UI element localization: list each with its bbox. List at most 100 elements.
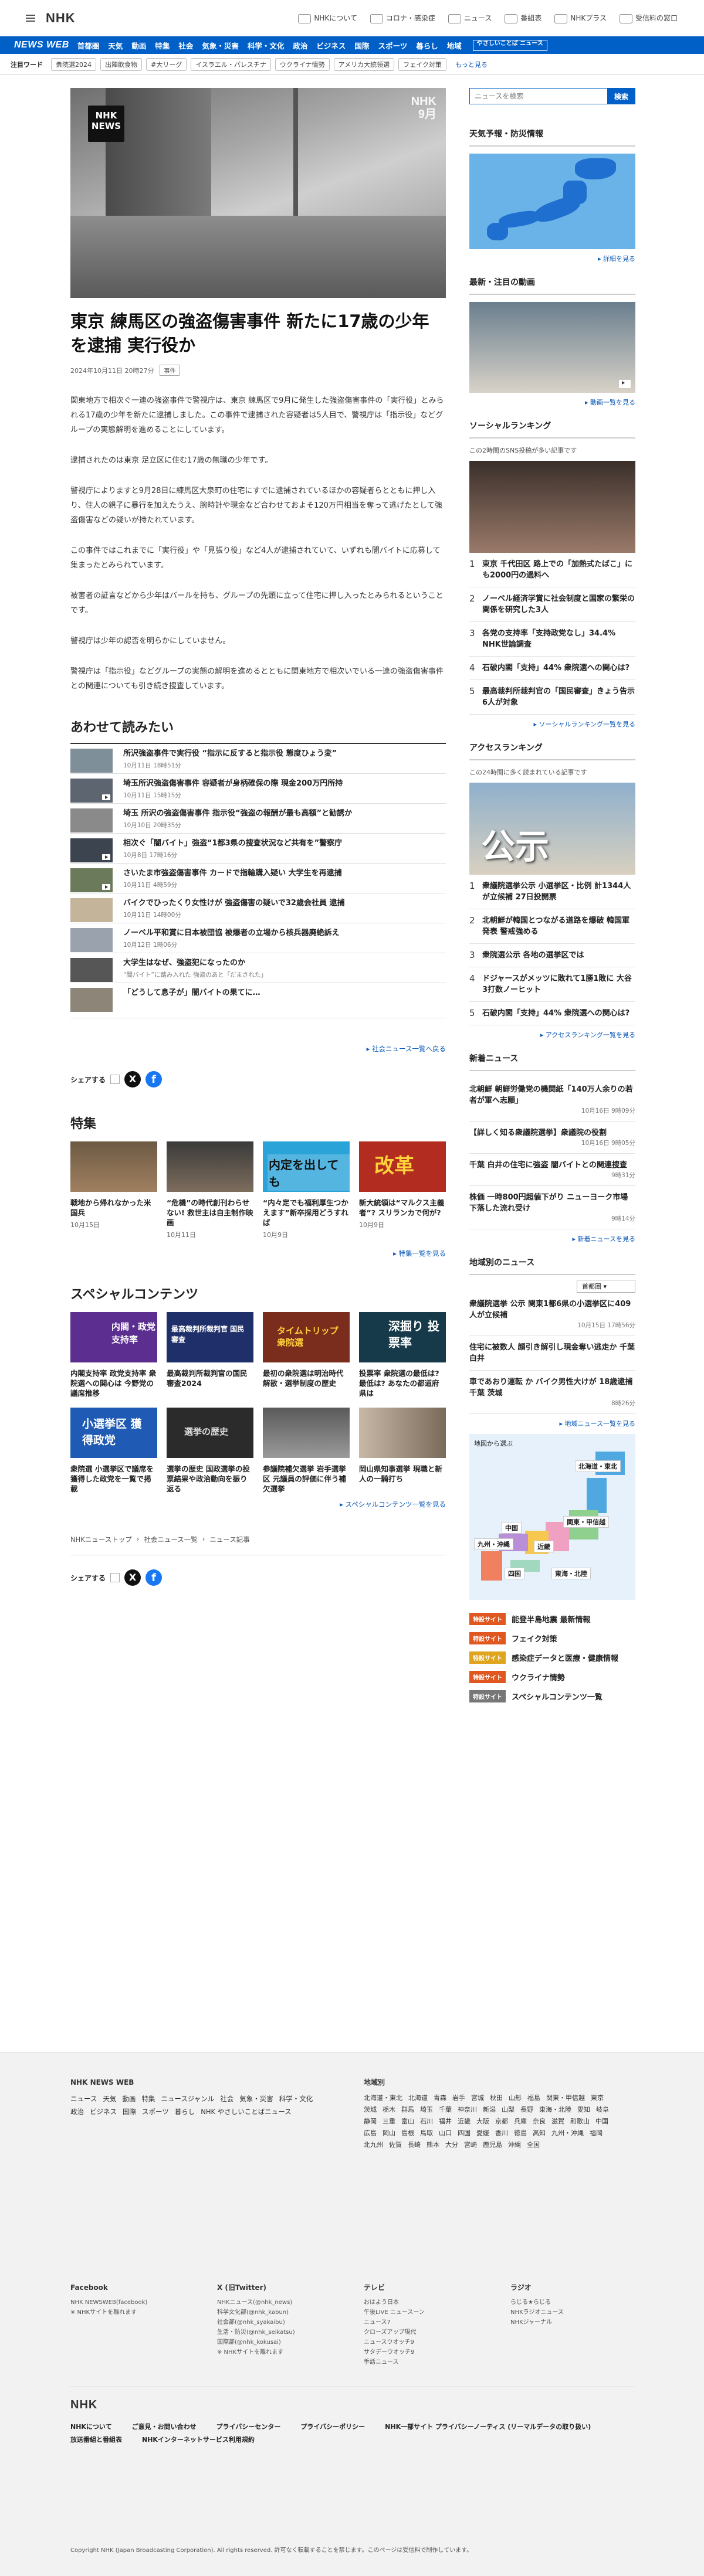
access-rank-item[interactable]: 5 石破内閣「支持」44% 衆院選への関心は? — [469, 1002, 635, 1025]
special-card[interactable]: 岡山県知事選挙 現職と新人の一騎打ち — [359, 1408, 446, 1494]
nav-features[interactable]: 特集 — [155, 40, 170, 51]
feature-card[interactable]: 改革 新大統領は“マルクス主義者”? スリランカで何が? 10月9日 — [359, 1141, 446, 1239]
footer-region-link[interactable]: 茨城 — [364, 2104, 377, 2116]
footer-x-link[interactable]: 国際部(@nhk_kokusai) — [217, 2337, 346, 2347]
special-site-link[interactable]: 特設サイト 能登半島地震 最新情報 — [469, 1613, 635, 1625]
menu-icon[interactable] — [26, 14, 35, 22]
region-tokai[interactable]: 東海・北陸 — [551, 1568, 591, 1579]
footer-radio-link[interactable]: NHKジャーナル — [510, 2317, 639, 2327]
access-rank-item[interactable]: 1 衆議院選挙公示 小選挙区・比例 計1344人が立候補 27日投開票 — [469, 875, 635, 909]
footer-region-link[interactable]: 愛知 — [577, 2104, 590, 2116]
x-share-icon[interactable]: X — [124, 1071, 141, 1088]
footer-region-link[interactable]: 徳島 — [514, 2128, 527, 2139]
article-tag[interactable]: 事件 — [160, 365, 180, 376]
related-item[interactable]: 相次ぐ「闇バイト」強盗“1都3県の捜査状況など共有を”警察庁 10月8日 17時1… — [70, 834, 446, 864]
latest-more-link[interactable]: 新着ニュースを見る — [578, 1235, 635, 1243]
related-item[interactable]: さいたま市強盗傷害事件 カードで指輪購入疑い 大学生を再逮捕 10月11日 4時5… — [70, 864, 446, 893]
region-more-link[interactable]: 地域ニュース一覧を見る — [565, 1420, 635, 1428]
related-item[interactable]: ノーベル平和賞に日本被団協 被爆者の立場から核兵器廃絶訴え 10月12日 1時06… — [70, 923, 446, 953]
footer-region-link[interactable]: 中国 — [595, 2116, 608, 2128]
feature-card[interactable]: 内定を出しても “内々定でも福利厚生つかえます”新卒採用どうすれば 10月9日 — [263, 1141, 350, 1239]
special-site-link[interactable]: 特設サイト 感染症データと医療・健康情報 — [469, 1651, 635, 1664]
footer-link[interactable]: NHK やさしいことばニュース — [201, 2105, 291, 2118]
footer-region-link[interactable]: 大分 — [445, 2139, 458, 2151]
x-share-icon[interactable]: X — [124, 1569, 141, 1586]
nav-society[interactable]: 社会 — [178, 40, 193, 51]
nav-easy-news[interactable]: やさしいことば ニュース — [472, 39, 547, 51]
footer-region-link[interactable]: 青森 — [434, 2092, 446, 2104]
footer-region-link[interactable]: 兵庫 — [514, 2116, 527, 2128]
link-program[interactable]: 番組表 — [505, 13, 541, 23]
special-list-link[interactable]: スペシャルコンテンツ一覧を見る — [346, 1500, 446, 1508]
keyword-tag[interactable]: アメリカ大統領選 — [333, 57, 395, 71]
share-toggle-icon[interactable] — [110, 1573, 120, 1582]
footer-region-link[interactable]: 長崎 — [408, 2139, 421, 2151]
related-item[interactable]: 「どうして息子が」闇バイトの果てに… — [70, 983, 446, 1018]
feature-card[interactable]: 戦地から帰れなかった米国兵 10月15日 — [70, 1141, 157, 1239]
footer-region-link[interactable]: 三重 — [383, 2116, 395, 2128]
related-item[interactable]: バイクでひったくり女性けが 強盗傷害の疑いで32歳会社員 逮捕 10月11日 14… — [70, 893, 446, 923]
latest-news-item[interactable]: 【詳しく知る衆議院選挙】衆議院の役割 10月16日 9時05分 — [469, 1122, 635, 1154]
nav-video[interactable]: 動画 — [131, 40, 146, 51]
latest-news-item[interactable]: 株価 一時800円超値下がり ニューヨーク市場下落した流れ受け 9時14分 — [469, 1186, 635, 1229]
footer-tv-link[interactable]: クローズアップ現代 — [364, 2327, 493, 2337]
footer-link[interactable]: ビジネス — [90, 2105, 117, 2118]
footer-link[interactable]: 動画 — [122, 2092, 136, 2105]
footer-region-link[interactable]: 山梨 — [502, 2104, 515, 2116]
special-card[interactable]: 参議院補欠選挙 岩手選挙区 元議員の評価に伴う補欠選挙 — [263, 1408, 350, 1494]
nav-world[interactable]: 国際 — [354, 40, 369, 51]
footer-region-link[interactable]: 香川 — [495, 2128, 508, 2139]
footer-link[interactable]: スポーツ — [142, 2105, 169, 2118]
keyword-tag[interactable]: ウクライナ情勢 — [275, 57, 330, 71]
special-card[interactable]: 深掘り 投票率 投票率 衆院選の最低は? 最低は? あなたの都道府県は — [359, 1312, 446, 1398]
access-image[interactable]: 公示 — [469, 783, 635, 875]
footer-tv-link[interactable]: 手話ニュース — [364, 2357, 493, 2367]
special-card[interactable]: 最高裁判所裁判官 国民審査 最高裁判所裁判官の国民審査2024 — [167, 1312, 253, 1398]
social-more-link[interactable]: ソーシャルランキング一覧を見る — [539, 721, 635, 728]
keyword-tag[interactable]: 衆院選2024 — [51, 57, 96, 71]
region-shikoku[interactable]: 四国 — [505, 1568, 524, 1579]
footer-region-link[interactable]: 北九州 — [364, 2139, 383, 2151]
footer-region-link[interactable]: 東海・北陸 — [539, 2104, 571, 2116]
footer-region-link[interactable]: 神奈川 — [458, 2104, 477, 2116]
footer-region-link[interactable]: 広島 — [364, 2128, 377, 2139]
footer-region-link[interactable]: 熊本 — [427, 2139, 439, 2151]
footer-link[interactable]: 社会 — [220, 2092, 233, 2105]
footer-link[interactable]: 国際 — [123, 2105, 136, 2118]
region-news-item[interactable]: 住宅に被数人 顔引き解引し現金奪い逃走か 千葉 白井 — [469, 1336, 635, 1371]
access-rank-item[interactable]: 2 北朝鮮が韓国とつながる道路を爆破 韓国軍発表 警戒強める — [469, 909, 635, 944]
footer-region-link[interactable]: 東京 — [591, 2092, 604, 2104]
footer-region-link[interactable]: 佐賀 — [389, 2139, 402, 2151]
social-rank-item[interactable]: 3 各党の支持率「支持政党なし」34.4% NHK世論調査 — [469, 622, 635, 657]
footer-region-link[interactable]: 近畿 — [458, 2116, 471, 2128]
footer-facebook-link[interactable]: NHK NEWSWEB(facebook) — [70, 2298, 199, 2307]
footer-link[interactable]: 特集 — [141, 2092, 155, 2105]
features-list-link[interactable]: 特集一覧を見る — [399, 1249, 446, 1258]
footer-bottom-link[interactable]: NHK一部サイト プライバシーノーティス (リーマルデータの取り扱い) — [385, 2422, 591, 2431]
footer-bottom-link[interactable]: プライバシーセンター — [216, 2422, 281, 2431]
footer-region-link[interactable]: 鳥取 — [420, 2128, 433, 2139]
footer-region-link[interactable]: 島根 — [401, 2128, 414, 2139]
facebook-share-icon[interactable]: f — [145, 1071, 163, 1088]
footer-region-link[interactable]: 北海道・東北 — [364, 2092, 402, 2104]
footer-region-link[interactable]: 静岡 — [364, 2116, 377, 2128]
news-web-logo[interactable]: NEWS WEB — [14, 40, 69, 50]
nav-science[interactable]: 科学・文化 — [248, 40, 285, 51]
footer-region-link[interactable]: 愛媛 — [476, 2128, 489, 2139]
special-site-link[interactable]: 特設サイト ウクライナ情勢 — [469, 1671, 635, 1683]
footer-tv-link[interactable]: 午後LIVE ニュースーン — [364, 2307, 493, 2317]
region-chugoku[interactable]: 中国 — [502, 1522, 522, 1534]
breadcrumb-item[interactable]: 社会ニュース一覧 — [144, 1535, 197, 1544]
link-corona[interactable]: コロナ・感染症 — [370, 13, 435, 23]
access-rank-item[interactable]: 3 衆院選公示 各地の選挙区では — [469, 944, 635, 967]
link-about[interactable]: NHKについて — [298, 13, 357, 23]
footer-region-link[interactable]: 岡山 — [383, 2128, 395, 2139]
social-rank-item[interactable]: 2 ノーベル経済学賞に社会制度と国家の繁栄の関係を研究した3人 — [469, 587, 635, 622]
link-fee[interactable]: 受信料の窓口 — [619, 13, 678, 23]
link-news[interactable]: ニュース — [448, 13, 492, 23]
nav-politics[interactable]: 政治 — [293, 40, 307, 51]
footer-link[interactable]: 暮らし — [175, 2105, 195, 2118]
search-input[interactable] — [469, 88, 607, 104]
footer-link[interactable]: 科学・文化 — [279, 2092, 313, 2105]
special-card[interactable]: タイムトリップ 衆院選 最初の衆院選は明治時代 解散・選挙制度の歴史 — [263, 1312, 350, 1398]
